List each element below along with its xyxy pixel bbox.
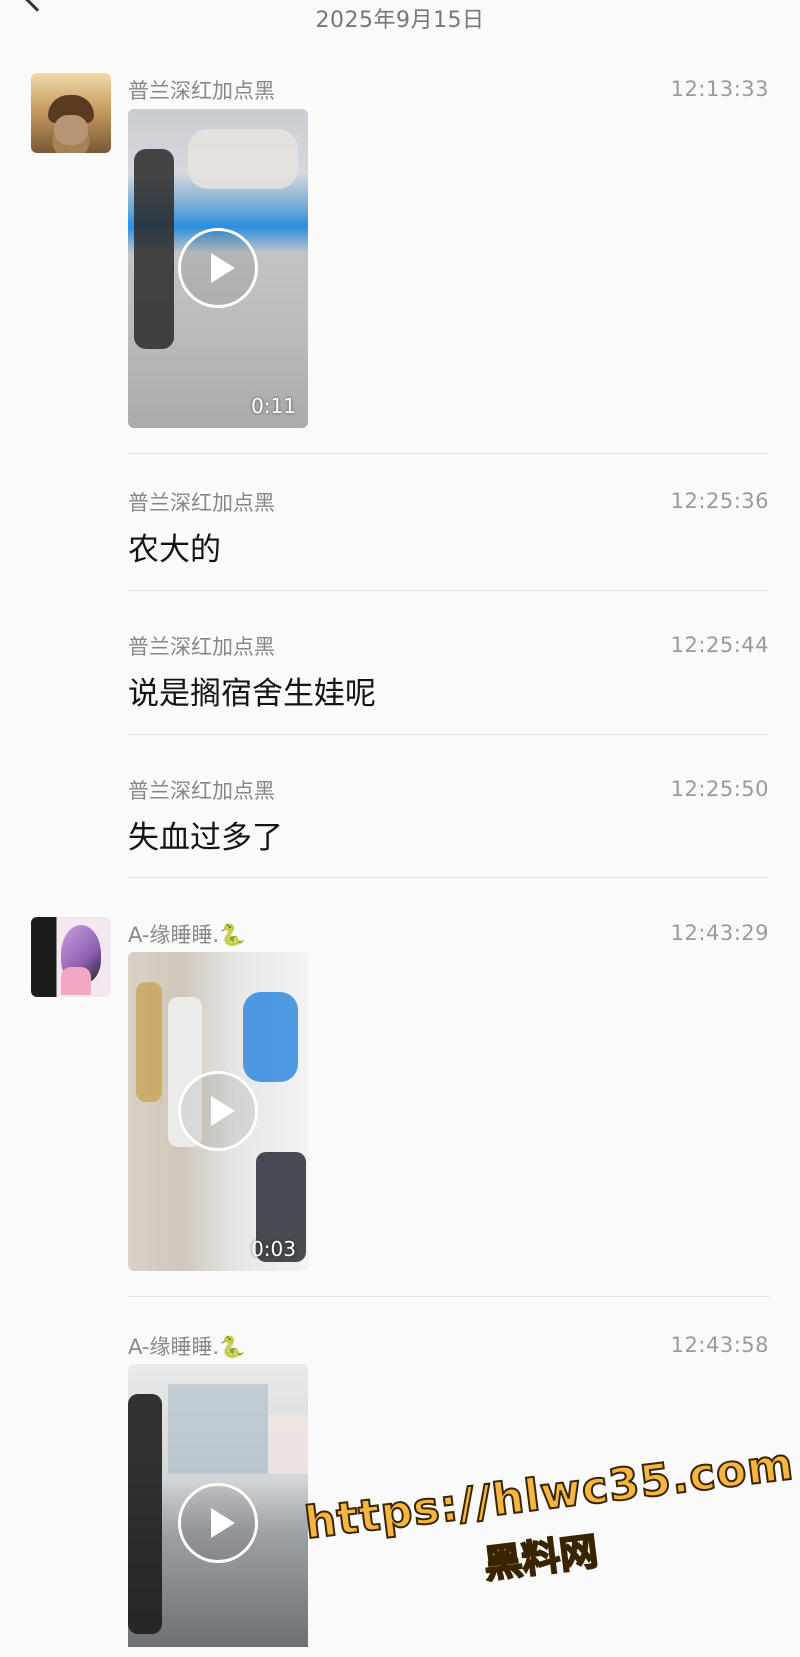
avatar-face-shape — [54, 115, 88, 145]
divider — [128, 590, 769, 591]
message-text: 说是搁宿舍生娃呢 — [128, 676, 376, 712]
chat-date-header: 2025年9月15日 — [315, 8, 485, 33]
sender-name: 普兰深红加点黑 — [128, 79, 275, 103]
watermark: https://hlwc35.com 黑料网 — [301, 1438, 798, 1657]
message-time: 12:13:33 — [670, 77, 769, 101]
avatar[interactable] — [31, 917, 111, 997]
video-figure — [134, 149, 174, 349]
sender-name: 普兰深红加点黑 — [128, 635, 275, 659]
sender-name: 普兰深红加点黑 — [128, 779, 275, 803]
sender-name: A-缘睡睡.🐍 — [128, 1335, 246, 1359]
divider — [128, 734, 769, 735]
message-time: 12:25:36 — [670, 489, 769, 513]
video-figure — [168, 1384, 268, 1474]
divider — [128, 453, 769, 454]
video-figure — [268, 1414, 308, 1474]
video-figure — [128, 1394, 162, 1634]
message-time: 12:25:44 — [670, 633, 769, 657]
video-figure — [188, 129, 298, 189]
video-figure — [243, 992, 298, 1082]
video-thumbnail[interactable] — [128, 1364, 308, 1647]
message-text: 农大的 — [128, 532, 221, 568]
video-figure — [136, 982, 162, 1102]
play-icon[interactable] — [178, 1071, 258, 1151]
sender-name: A-缘睡睡.🐍 — [128, 923, 246, 947]
video-thumbnail[interactable]: 0:03 — [128, 952, 308, 1271]
video-duration: 0:03 — [251, 1237, 296, 1261]
message-text: 失血过多了 — [128, 820, 283, 856]
message-time: 12:43:58 — [670, 1333, 769, 1357]
message-time: 12:43:29 — [670, 921, 769, 945]
video-duration: 0:11 — [251, 394, 296, 418]
avatar[interactable] — [31, 73, 111, 153]
play-icon[interactable] — [178, 1483, 258, 1563]
play-icon[interactable] — [178, 228, 258, 308]
video-thumbnail[interactable]: 0:11 — [128, 109, 308, 428]
divider — [128, 877, 769, 878]
avatar-figure-shape — [61, 967, 91, 995]
message-time: 12:25:50 — [670, 777, 769, 801]
divider — [128, 1296, 769, 1297]
sender-name: 普兰深红加点黑 — [128, 491, 275, 515]
